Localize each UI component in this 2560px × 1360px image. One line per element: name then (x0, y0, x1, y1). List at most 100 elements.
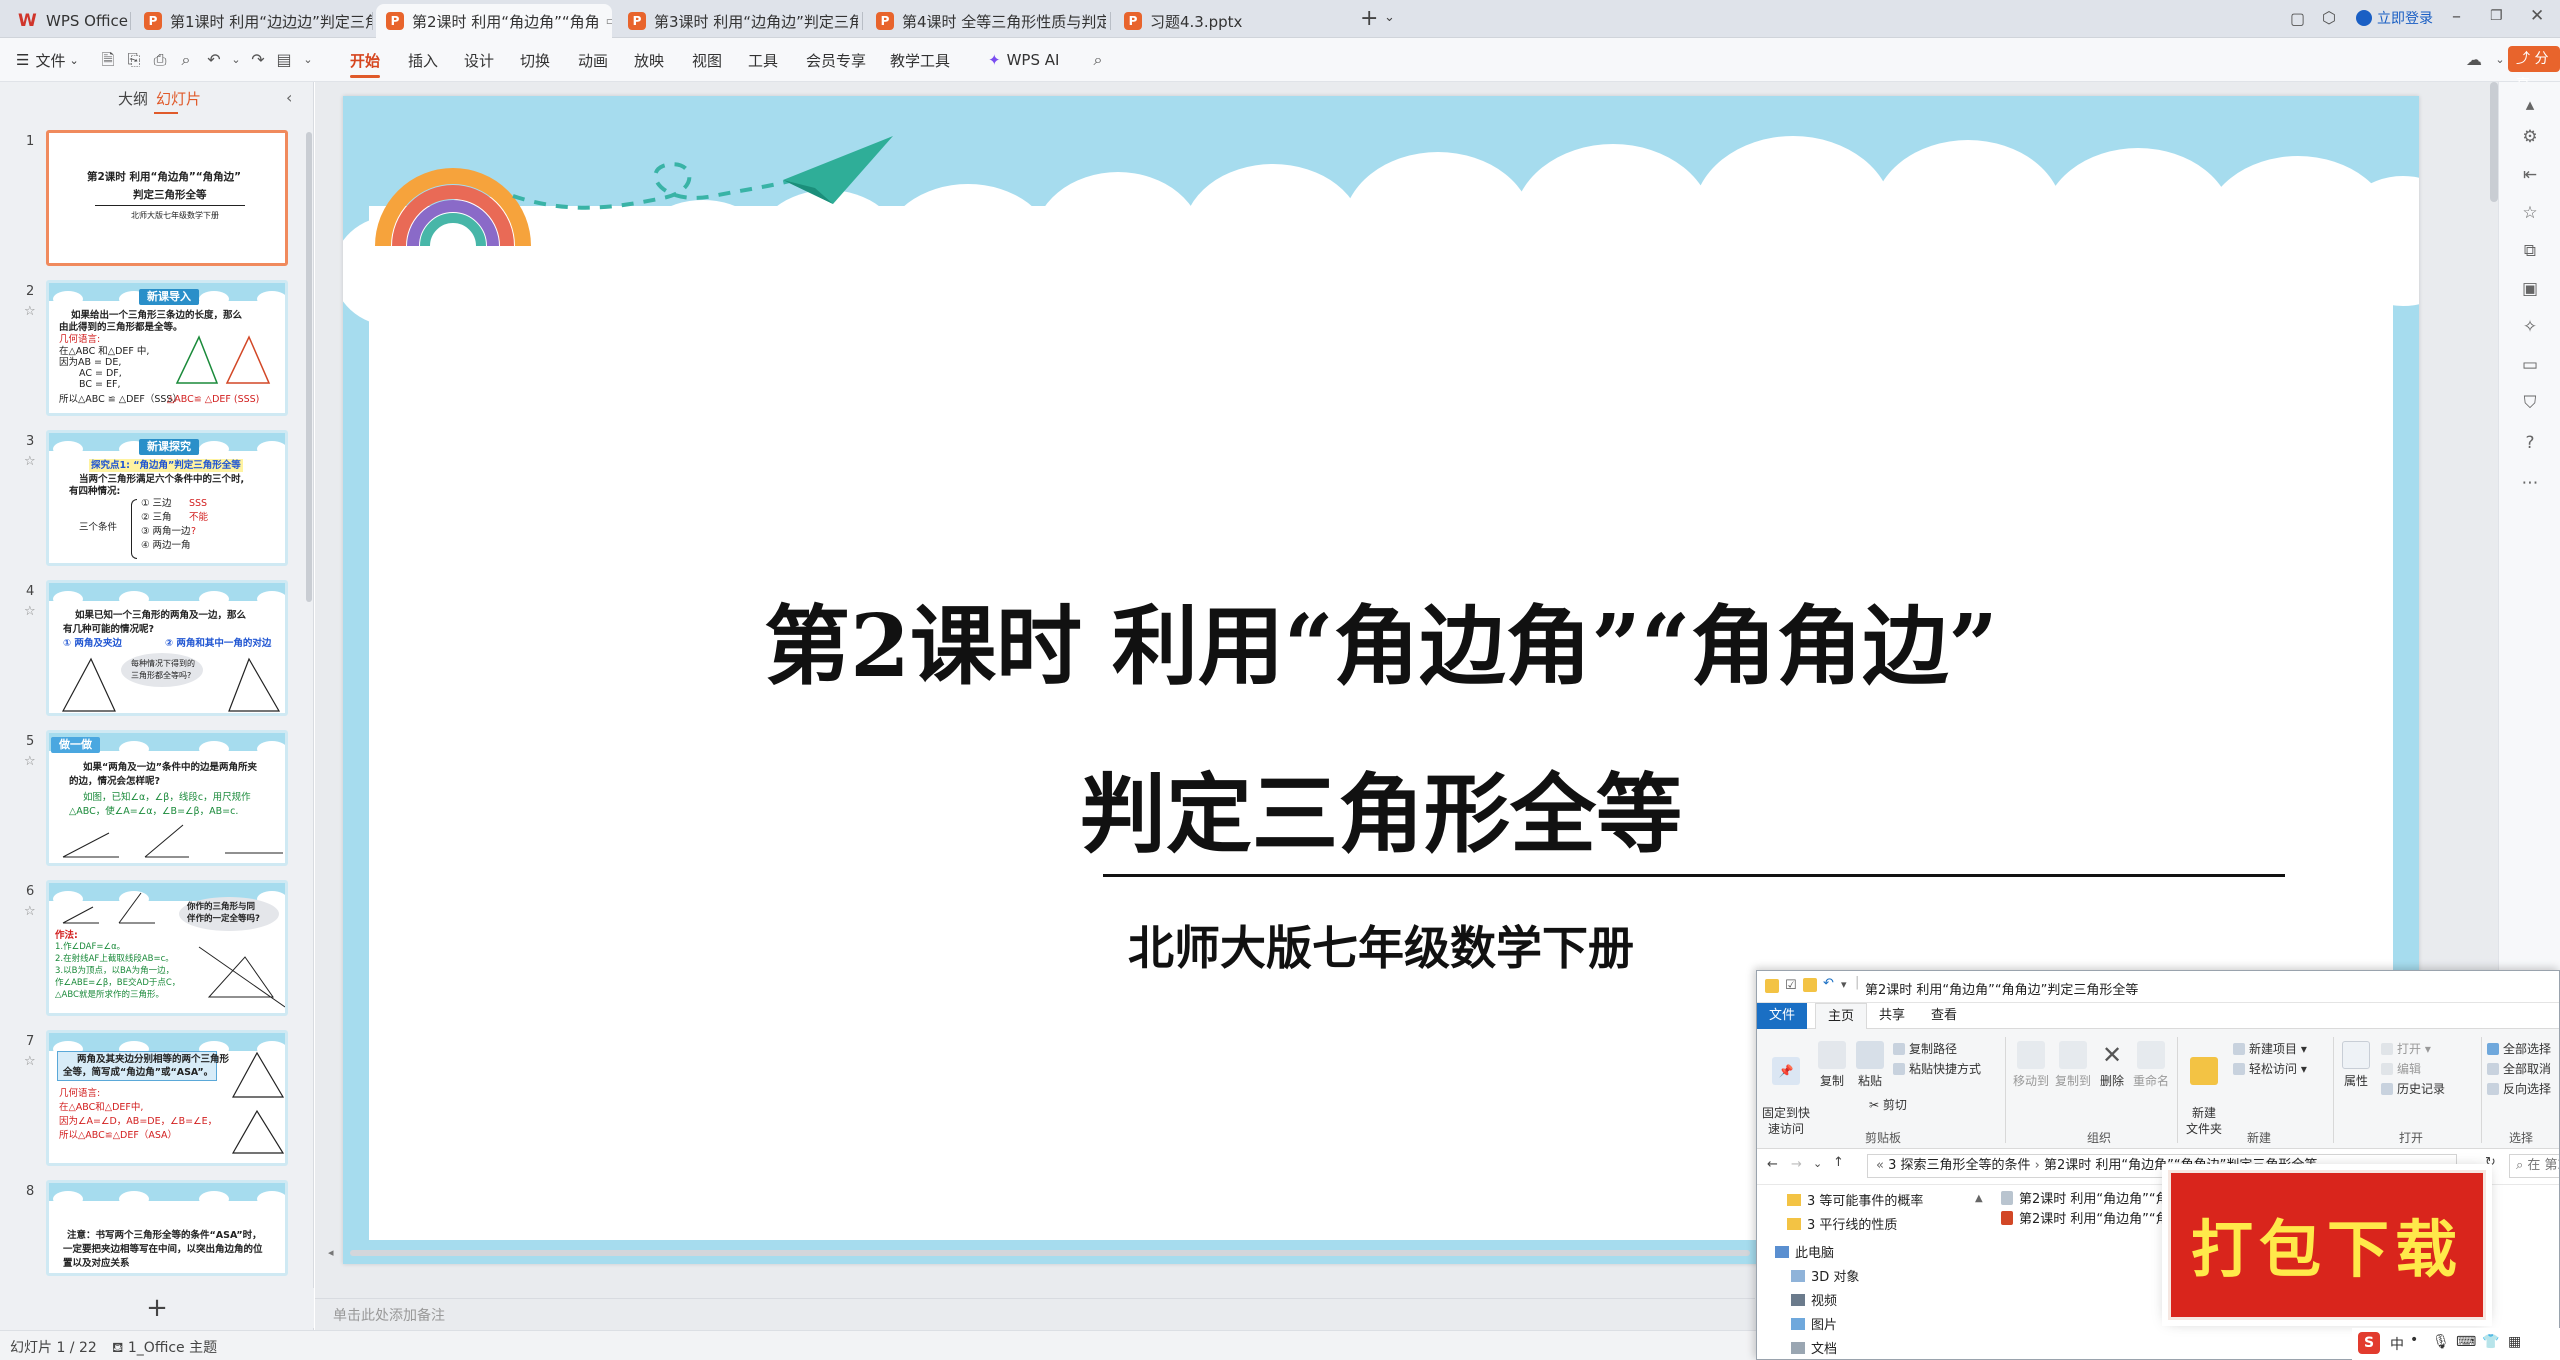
select-all-button[interactable]: 全部选择 (2487, 1041, 2551, 1057)
download-banner[interactable]: 打包下载 (2168, 1170, 2486, 1320)
move-to-button[interactable]: 移动到 (2011, 1041, 2051, 1089)
explorer-tab-home[interactable]: 主页 (1815, 1003, 1868, 1029)
cut-button[interactable]: ✂ 剪切 (1869, 1097, 1907, 1113)
new-item-button[interactable]: 新建项目 ▾ (2233, 1041, 2307, 1057)
magic-icon[interactable]: ✧ (2519, 316, 2541, 338)
new-folder-icon[interactable] (1803, 978, 1817, 992)
more-icon[interactable]: ⋯ (2519, 472, 2541, 494)
up-arrow-icon[interactable]: ↑ (1833, 1155, 1844, 1170)
collapse-icon[interactable]: ⇤ (2519, 164, 2541, 186)
nav-item[interactable]: 图片 (1791, 1315, 1837, 1337)
menu-teaching-tools[interactable]: 教学工具 (890, 38, 950, 82)
export-pdf-icon[interactable]: ⎘ (124, 50, 144, 70)
star-icon[interactable]: ☆ (24, 604, 36, 619)
copy-icon[interactable]: ⧉ (2519, 240, 2541, 262)
menu-view[interactable]: 视图 (692, 38, 722, 82)
slide-subtitle[interactable]: 北师大版七年级数学下册 (343, 912, 2419, 978)
image-icon[interactable]: ▣ (2519, 278, 2541, 300)
apps-icon[interactable]: ▦ (2508, 1334, 2521, 1350)
ime-punctuation[interactable]: • (2410, 1332, 2418, 1348)
chevron-down-icon[interactable]: ⌄ (298, 50, 318, 70)
menu-transition[interactable]: 切换 (520, 38, 550, 82)
forward-arrow-icon[interactable]: → (1791, 1157, 1802, 1172)
undo-icon[interactable]: ↶ (204, 50, 224, 70)
tab-outline[interactable]: 大纲 (118, 88, 148, 109)
chevron-down-icon[interactable]: ⌄ (1813, 1157, 1822, 1170)
scroll-up-icon[interactable]: ▲ (1975, 1193, 1983, 1204)
chevron-down-icon[interactable]: ⌄ (1384, 10, 1395, 25)
new-folder-button[interactable]: 新建 文件夹 (2181, 1041, 2227, 1137)
chevron-down-icon[interactable]: ▾ (1841, 978, 1847, 991)
search-input[interactable]: ⌕ 在 第2 (2509, 1154, 2559, 1178)
chevron-down-icon[interactable]: ⌄ (2490, 50, 2510, 70)
star-icon[interactable]: ☆ (24, 304, 36, 319)
copy-path-button[interactable]: 复制路径 (1893, 1041, 1957, 1057)
tab-file-3[interactable]: P 第3课时 利用“边角边”判定三角形全 (618, 4, 858, 38)
tablet-mode-icon[interactable]: ▢ (2290, 9, 2305, 28)
cloud-icon[interactable]: ☁ (2464, 50, 2484, 70)
properties-button[interactable]: 属性 (2339, 1041, 2373, 1089)
star-icon[interactable]: ☆ (24, 454, 36, 469)
file-menu[interactable]: ☰ 文件 ⌄ (16, 38, 79, 82)
nav-item[interactable]: 此电脑 (1775, 1243, 1834, 1265)
file-item[interactable]: 第2课时 利用“角边角”“角 (2001, 1209, 2169, 1231)
ime-mode[interactable]: 中 (2390, 1334, 2404, 1354)
tab-file-2[interactable]: P 第2课时 利用“角边角”“角角 ▭ ✕ (376, 4, 612, 38)
copy-to-button[interactable]: 复制到 (2053, 1041, 2093, 1089)
star-icon[interactable]: ☆ (24, 904, 36, 919)
menu-insert[interactable]: 插入 (408, 38, 438, 82)
sogou-ime-icon[interactable]: S (2358, 1332, 2380, 1354)
menu-design[interactable]: 设计 (464, 38, 494, 82)
tab-file-4[interactable]: P 第4课时 全等三角形性质与判定的综合 (866, 4, 1106, 38)
paste-button[interactable]: 粘贴 (1853, 1041, 1887, 1089)
scroll-left-icon[interactable]: ◂ (328, 1246, 334, 1259)
search-icon[interactable]: ⌕ (1088, 50, 1108, 70)
microphone-icon[interactable]: 🎙 (2432, 1334, 2450, 1350)
cube-icon[interactable]: ⬡ (2322, 8, 2336, 27)
history-button[interactable]: 历史记录 (2381, 1081, 2445, 1097)
help-icon[interactable]: ? (2519, 432, 2541, 454)
explorer-tab-file[interactable]: 文件 (1757, 1003, 1808, 1029)
slide-thumb-7[interactable]: 两角及其夹边分别相等的两个三角形 全等，简写成“角边角”或“ASA”。 几何语言… (46, 1030, 288, 1166)
horizontal-scrollbar[interactable] (350, 1250, 1750, 1256)
nav-item[interactable]: 文档 (1791, 1339, 1837, 1359)
star-icon[interactable]: ☆ (2519, 202, 2541, 224)
up-arrow-icon[interactable]: ▴ (2519, 94, 2541, 116)
wps-ai-button[interactable]: ✦ WPS AI (988, 38, 1059, 82)
rename-button[interactable]: 重命名 (2131, 1041, 2171, 1089)
window-icon[interactable]: ▭ (606, 14, 612, 29)
delete-button[interactable]: ✕ 删除 (2095, 1041, 2129, 1089)
vertical-scrollbar[interactable] (2490, 82, 2498, 202)
tab-file-1[interactable]: P 第1课时 利用“边边边”判定三角形全 (134, 4, 372, 38)
open-button[interactable]: 打开 ▾ (2381, 1041, 2431, 1057)
star-icon[interactable]: ☆ (24, 1054, 36, 1069)
menu-tools[interactable]: 工具 (748, 38, 778, 82)
slide-title[interactable]: 第2课时 利用“角边角”“角角边” (343, 576, 2419, 701)
slide-thumb-2[interactable]: 新课导入 如果给出一个三角形三条边的长度，那么 由此得到的三角形都是全等。 几何… (46, 280, 288, 416)
menu-slideshow[interactable]: 放映 (634, 38, 664, 82)
explorer-tab-share[interactable]: 共享 (1867, 1003, 1917, 1029)
save-icon[interactable]: 🗎 (98, 50, 118, 70)
chevron-down-icon[interactable]: ⌄ (2467, 1157, 2476, 1170)
login-button[interactable]: 立即登录 (2356, 8, 2433, 28)
pin-quick-access-button[interactable]: 📌 固定到快 速访问 (1761, 1041, 1811, 1137)
slide-thumb-1[interactable]: 第2课时 利用“角边角”“角角边” 判定三角形全等 北师大版七年级数学下册 (46, 130, 288, 266)
explorer-tab-view[interactable]: 查看 (1919, 1003, 1969, 1029)
easy-access-button[interactable]: 轻松访问 ▾ (2233, 1061, 2307, 1077)
tab-home[interactable]: W WPS Office (8, 4, 140, 38)
star-icon[interactable]: ☆ (24, 754, 36, 769)
theme-name[interactable]: ⛾ 1_Office 主题 (112, 1337, 217, 1358)
notes-area[interactable]: 单击此处添加备注 (315, 1298, 1755, 1330)
refresh-icon[interactable]: ↻ (2485, 1155, 2496, 1170)
properties-icon[interactable]: ☑ (1785, 978, 1797, 993)
redo-icon[interactable]: ↷ (248, 50, 268, 70)
tab-file-5[interactable]: P 习题4.3.pptx (1114, 4, 1354, 38)
menu-animation[interactable]: 动画 (578, 38, 608, 82)
close-window-button[interactable]: ✕ (2530, 6, 2544, 26)
chevron-down-icon[interactable]: ⌄ (226, 50, 246, 70)
select-none-button[interactable]: 全部取消 (2487, 1061, 2551, 1077)
slide-thumb-6[interactable]: 你作的三角形与同 伴作的一定全等吗? 作法: 1.作∠DAF=∠α。 2.在射线… (46, 880, 288, 1016)
add-slide-button[interactable]: + (0, 1288, 314, 1328)
shield-icon[interactable]: ⛉ (2519, 392, 2541, 414)
shirt-icon[interactable]: 👕 (2482, 1334, 2499, 1350)
